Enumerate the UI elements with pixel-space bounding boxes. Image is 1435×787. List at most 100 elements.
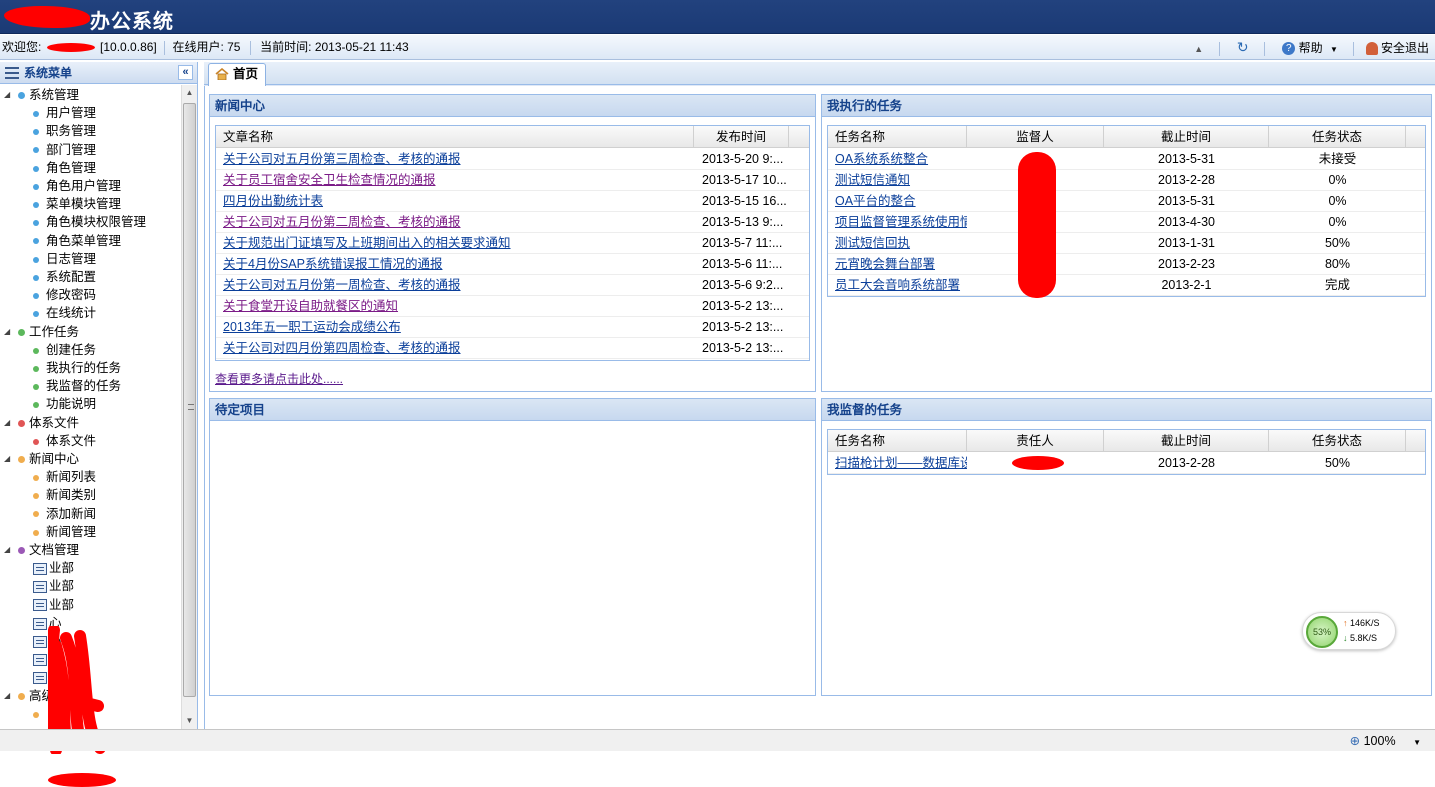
tree-item-label: 角色菜单管理 bbox=[46, 233, 122, 248]
news-title-link[interactable]: 关于员工宿舍安全卫生检查情况的通报 bbox=[223, 173, 436, 187]
collapse-arrow-icon[interactable]: ◢ bbox=[4, 86, 10, 104]
tree-item[interactable]: 我监督的任务 bbox=[33, 377, 121, 395]
col-task-name[interactable]: 任务名称 bbox=[828, 430, 967, 452]
table-row[interactable]: 关于员工宿舍安全卫生检查情况的通报 2013-5-17 10... bbox=[216, 170, 809, 191]
collapse-up-icon[interactable]: ▲ bbox=[1194, 37, 1203, 61]
task-name-link[interactable]: OA系统系统整合 bbox=[835, 152, 928, 166]
tree-item-label: 新闻管理 bbox=[46, 524, 97, 539]
sidebar-scrollbar[interactable]: ▲ ▼ bbox=[181, 85, 197, 729]
tree-item[interactable]: 系统配置 bbox=[33, 268, 96, 286]
tree-item[interactable]: 部门管理 bbox=[33, 141, 96, 159]
tree-item[interactable]: 新闻管理 bbox=[33, 523, 96, 541]
col-task-status[interactable]: 任务状态 bbox=[1269, 126, 1406, 148]
tree-item[interactable]: 业部 bbox=[33, 596, 74, 614]
table-row[interactable]: 关于公司对五月份第三周检查、考核的通报 2013-5-20 9:... bbox=[216, 149, 809, 170]
col-deadline[interactable]: 截止时间 bbox=[1104, 430, 1269, 452]
task-name-link[interactable]: 元宵晚会舞台部署 bbox=[835, 257, 935, 271]
table-row[interactable]: 四月份出勤统计表 2013-5-15 16... bbox=[216, 191, 809, 212]
tree-item[interactable]: 角色模块权限管理 bbox=[33, 213, 146, 231]
tree-item[interactable]: 我执行的任务 bbox=[33, 359, 121, 377]
col-supervisor[interactable]: 监督人 bbox=[967, 126, 1104, 148]
scroll-down-icon[interactable]: ▼ bbox=[182, 713, 197, 729]
collapse-arrow-icon[interactable]: ◢ bbox=[4, 414, 10, 432]
news-title-link[interactable]: 关于公司对四月份第四周检查、考核的通报 bbox=[223, 341, 461, 355]
col-task-status[interactable]: 任务状态 bbox=[1269, 430, 1406, 452]
tree-item[interactable]: 菜单模块管理 bbox=[33, 195, 121, 213]
tree-item[interactable]: 新闻类别 bbox=[33, 486, 96, 504]
task-name-link[interactable]: OA平台的整合 bbox=[835, 194, 916, 208]
task-name-link[interactable]: 测试短信通知 bbox=[835, 173, 910, 187]
col-deadline[interactable]: 截止时间 bbox=[1104, 126, 1269, 148]
table-row[interactable]: OA系统系统整合 2013-5-31 未接受 bbox=[828, 149, 1425, 170]
collapse-arrow-icon[interactable]: ◢ bbox=[4, 687, 10, 705]
logout-button[interactable]: 安全退出 bbox=[1365, 36, 1429, 60]
sidebar-header: 系统菜单 « bbox=[0, 62, 197, 84]
help-button[interactable]: ? 帮助 ▼ bbox=[1282, 36, 1338, 62]
news-title-link[interactable]: 关于食堂开设自助就餐区的通知 bbox=[223, 299, 398, 313]
refresh-icon[interactable]: ↻ bbox=[1237, 35, 1249, 59]
tree-item[interactable] bbox=[33, 705, 46, 723]
table-row[interactable]: 元宵晚会舞台部署 2013-2-23 80% bbox=[828, 254, 1425, 275]
col-publish-date[interactable]: 发布时间 bbox=[694, 126, 789, 148]
task-status: 完成 bbox=[1324, 278, 1350, 292]
news-title-link[interactable]: 关于公司对五月份第一周检查、考核的通报 bbox=[223, 278, 461, 292]
tree-item[interactable]: 角色管理 bbox=[33, 159, 96, 177]
task-name-link[interactable]: 扫描枪计划——数据库设 bbox=[835, 456, 967, 470]
tree-group[interactable]: ◢ 系统管理 bbox=[0, 86, 79, 104]
tree-group[interactable]: ◢ 新闻中心 bbox=[0, 450, 79, 468]
news-title-link[interactable]: 关于公司对五月份第二周检查、考核的通报 bbox=[223, 215, 461, 229]
tree-item[interactable]: 用户管理 bbox=[33, 104, 96, 122]
task-name-link[interactable]: 测试短信回执 bbox=[835, 236, 910, 250]
tree-item[interactable]: 角色菜单管理 bbox=[33, 232, 121, 250]
table-row[interactable]: 员工大会音响系统部署 2013-2-1 完成 bbox=[828, 275, 1425, 296]
col-owner[interactable]: 责任人 bbox=[967, 430, 1104, 452]
tree-item[interactable]: 业部 bbox=[33, 559, 74, 577]
tree-item[interactable]: 业部 bbox=[33, 577, 74, 595]
tree-item[interactable]: 职务管理 bbox=[33, 122, 96, 140]
tree-group[interactable]: ◢ 工作任务 bbox=[0, 323, 79, 341]
table-row[interactable]: 测试短信通知 2013-2-28 0% bbox=[828, 170, 1425, 191]
collapse-sidebar-button[interactable]: « bbox=[178, 65, 193, 80]
table-row[interactable]: 关于食堂开设自助就餐区的通知 2013-5-2 13:... bbox=[216, 296, 809, 317]
tree-item[interactable]: 修改密码 bbox=[33, 286, 96, 304]
col-article-title[interactable]: 文章名称 bbox=[216, 126, 694, 148]
news-title-link[interactable]: 关于4月份SAP系统错误报工情况的通报 bbox=[223, 257, 442, 271]
tree-item[interactable]: 角色用户管理 bbox=[33, 177, 121, 195]
news-title-link[interactable]: 关于规范出门证填写及上班期间出入的相关要求通知 bbox=[223, 236, 511, 250]
tree-item[interactable]: 创建任务 bbox=[33, 341, 96, 359]
table-row[interactable]: OA平台的整合 2013-5-31 0% bbox=[828, 191, 1425, 212]
tree-group[interactable]: ◢ 文档管理 bbox=[0, 541, 79, 559]
table-row[interactable]: 2013年五一职工运动会成绩公布 2013-5-2 13:... bbox=[216, 317, 809, 338]
task-name-link[interactable]: 项目监督管理系统使用情 bbox=[835, 215, 967, 229]
zoom-control[interactable]: ⊕ 100% ▼ bbox=[1350, 733, 1421, 748]
tree-group[interactable]: ◢ 体系文件 bbox=[0, 414, 79, 432]
collapse-arrow-icon[interactable]: ◢ bbox=[4, 450, 10, 468]
table-row[interactable]: 扫描枪计划——数据库设 2013-2-28 50% bbox=[828, 453, 1425, 474]
scroll-up-icon[interactable]: ▲ bbox=[182, 85, 197, 101]
tree-item[interactable]: 日志管理 bbox=[33, 250, 96, 268]
table-row[interactable]: 关于公司对五月份第一周检查、考核的通报 2013-5-6 9:2... bbox=[216, 275, 809, 296]
table-row[interactable]: 测试短信回执 2013-1-31 50% bbox=[828, 233, 1425, 254]
tree-item[interactable]: 功能说明 bbox=[33, 395, 96, 413]
task-name-link[interactable]: 员工大会音响系统部署 bbox=[835, 278, 960, 292]
table-row[interactable]: 关于4月份SAP系统错误报工情况的通报 2013-5-6 11:... bbox=[216, 254, 809, 275]
tree-item[interactable] bbox=[33, 668, 49, 686]
tree-item[interactable]: 添加新闻 bbox=[33, 505, 96, 523]
col-task-name[interactable]: 任务名称 bbox=[828, 126, 967, 148]
more-news-link[interactable]: 查看更多请点击此处...... bbox=[215, 370, 343, 387]
tree-item[interactable]: 新闻列表 bbox=[33, 468, 96, 486]
table-row[interactable]: 关于规范出门证填写及上班期间出入的相关要求通知 2013-5-7 11:... bbox=[216, 233, 809, 254]
news-title-link[interactable]: 关于公司对五月份第三周检查、考核的通报 bbox=[223, 152, 461, 166]
tree-item[interactable]: 体系文件 bbox=[33, 432, 96, 450]
tree-item[interactable]: 在线统计 bbox=[33, 304, 96, 322]
news-title-link[interactable]: 2013年五一职工运动会成绩公布 bbox=[223, 320, 401, 334]
table-row[interactable]: 关于公司对五月份第二周检查、考核的通报 2013-5-13 9:... bbox=[216, 212, 809, 233]
collapse-arrow-icon[interactable]: ◢ bbox=[4, 541, 10, 559]
tab-home[interactable]: 首页 bbox=[208, 63, 266, 86]
table-row[interactable]: 项目监督管理系统使用情 2013-4-30 0% bbox=[828, 212, 1425, 233]
news-title-link[interactable]: 四月份出勤统计表 bbox=[223, 194, 323, 208]
table-row[interactable]: 关于公司对四月份第四周检查、考核的通报 2013-5-2 13:... bbox=[216, 338, 809, 359]
collapse-arrow-icon[interactable]: ◢ bbox=[4, 323, 10, 341]
scroll-thumb[interactable] bbox=[183, 103, 196, 697]
network-speed-widget[interactable]: 53% ↑ 146K/S ↓ 5.8K/S bbox=[1302, 612, 1396, 650]
